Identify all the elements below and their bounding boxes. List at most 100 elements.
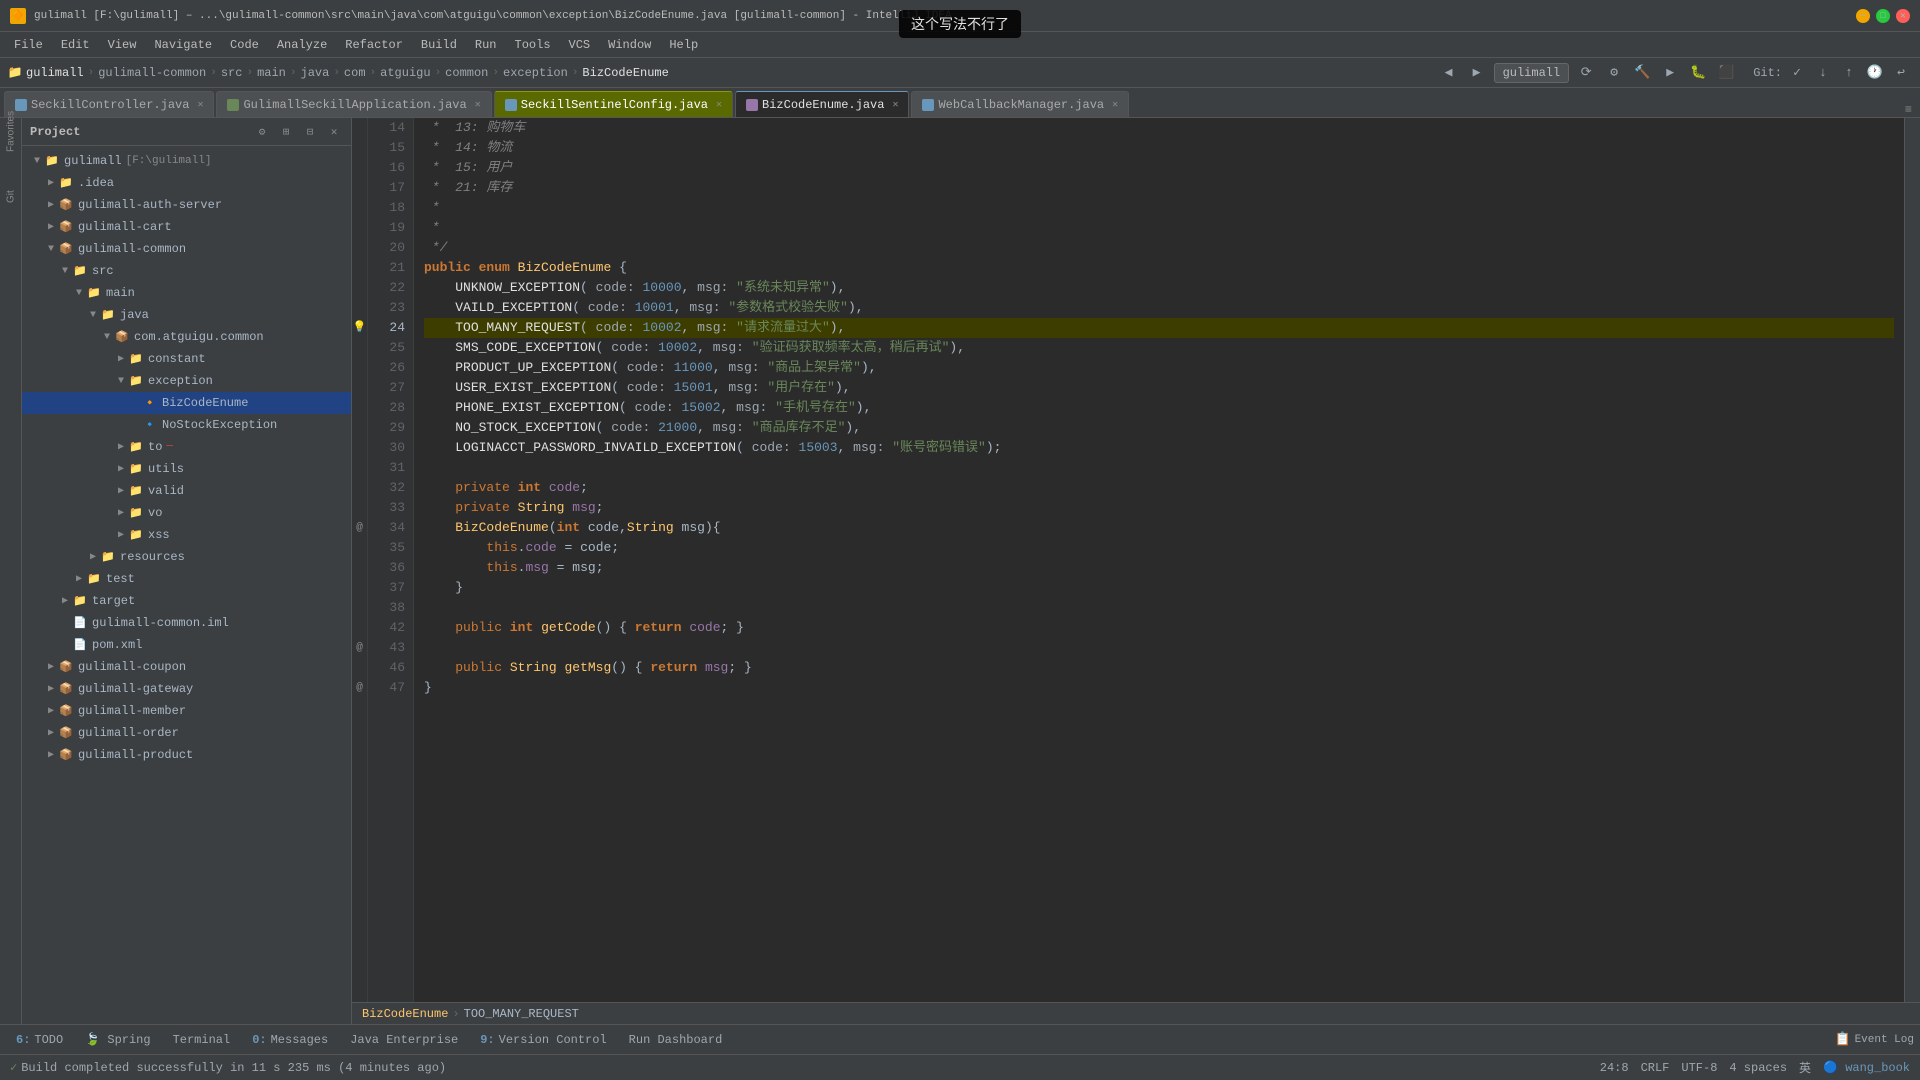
tree-item-main[interactable]: ▼ 📁 main xyxy=(22,282,351,304)
menu-refactor[interactable]: Refactor xyxy=(337,36,411,54)
tree-item-coupon[interactable]: ▶ 📦 gulimall-coupon xyxy=(22,656,351,678)
tab-close-seckill-ctrl[interactable]: ✕ xyxy=(197,99,203,111)
menu-edit[interactable]: Edit xyxy=(53,36,98,54)
bottom-tab-messages[interactable]: 0: Messages xyxy=(242,1028,338,1052)
tree-item-auth-server[interactable]: ▶ 📦 gulimall-auth-server xyxy=(22,194,351,216)
maximize-button[interactable]: □ xyxy=(1876,9,1890,23)
menu-navigate[interactable]: Navigate xyxy=(146,36,220,54)
sidebar-close-btn[interactable]: ✕ xyxy=(325,123,343,141)
tree-item-idea[interactable]: ▶ 📁 .idea xyxy=(22,172,351,194)
nav-back-btn[interactable]: ◀ xyxy=(1438,62,1460,84)
tree-item-java[interactable]: ▼ 📁 java xyxy=(22,304,351,326)
indent-setting[interactable]: 4 spaces xyxy=(1729,1061,1787,1075)
tree-item-exception[interactable]: ▼ 📁 exception xyxy=(22,370,351,392)
menu-analyze[interactable]: Analyze xyxy=(269,36,335,54)
tree-item-order[interactable]: ▶ 📦 gulimall-order xyxy=(22,722,351,744)
tab-sentinel-cfg[interactable]: SeckillSentinelConfig.java ✕ xyxy=(494,91,733,117)
tree-item-vo[interactable]: ▶ 📁 vo xyxy=(22,502,351,524)
input-lang[interactable]: 英 xyxy=(1799,1059,1811,1076)
nav-common[interactable]: gulimall-common xyxy=(98,66,206,80)
git-left-icon[interactable]: Git xyxy=(2,188,20,206)
sidebar-expand-btn[interactable]: ⊞ xyxy=(277,123,295,141)
event-log-btn[interactable]: 📋 xyxy=(1835,1032,1851,1048)
tree-item-pkg-common[interactable]: ▼ 📦 com.atguigu.common xyxy=(22,326,351,348)
tab-gulimall-app[interactable]: GulimallSeckillApplication.java ✕ xyxy=(216,91,491,117)
tree-item-constant[interactable]: ▶ 📁 constant xyxy=(22,348,351,370)
bottom-tab-terminal[interactable]: Terminal xyxy=(163,1028,241,1052)
editor-scroll[interactable]: 💡 @ @ xyxy=(352,118,1920,1002)
menu-tools[interactable]: Tools xyxy=(507,36,559,54)
menu-window[interactable]: Window xyxy=(600,36,659,54)
tree-item-nostockexception[interactable]: ▶ 🔹 NoStockException xyxy=(22,414,351,436)
menu-code[interactable]: Code xyxy=(222,36,267,54)
tree-item-utils[interactable]: ▶ 📁 utils xyxy=(22,458,351,480)
bottom-tab-spring[interactable]: 🍃 Spring xyxy=(75,1028,160,1052)
tree-item-to[interactable]: ▶ 📁 to ─ xyxy=(22,436,351,458)
bottom-tab-java-enterprise[interactable]: Java Enterprise xyxy=(340,1028,468,1052)
bottom-tab-run-dashboard[interactable]: Run Dashboard xyxy=(619,1028,733,1052)
gutter-24-lightbulb[interactable]: 💡 xyxy=(352,318,367,338)
stop-btn[interactable]: ⬛ xyxy=(1715,62,1737,84)
tree-item-pom[interactable]: ▶ 📄 pom.xml xyxy=(22,634,351,656)
sidebar-gear-btn[interactable]: ⚙ xyxy=(253,123,271,141)
nav-exception[interactable]: exception xyxy=(503,66,568,80)
tree-item-xss[interactable]: ▶ 📁 xss xyxy=(22,524,351,546)
window-controls[interactable]: ─ □ ✕ xyxy=(1856,9,1910,23)
git-push-btn[interactable]: ↑ xyxy=(1838,62,1860,84)
build-btn[interactable]: 🔨 xyxy=(1631,62,1653,84)
git-check-btn[interactable]: ✓ xyxy=(1786,62,1808,84)
menu-help[interactable]: Help xyxy=(661,36,706,54)
tab-bizcodeenume[interactable]: BizCodeEnume.java ✕ xyxy=(735,91,909,117)
nav-forward-btn[interactable]: ▶ xyxy=(1466,62,1488,84)
tree-item-common[interactable]: ▼ 📦 gulimall-common xyxy=(22,238,351,260)
git-update-btn[interactable]: ↓ xyxy=(1812,62,1834,84)
tree-item-product[interactable]: ▶ 📦 gulimall-product xyxy=(22,744,351,766)
menu-file[interactable]: File xyxy=(6,36,51,54)
tree-item-test[interactable]: ▶ 📁 test xyxy=(22,568,351,590)
debug-btn[interactable]: 🐛 xyxy=(1687,62,1709,84)
tab-close-wcm[interactable]: ✕ xyxy=(1112,99,1118,111)
bottom-crumb-member[interactable]: TOO_MANY_REQUEST xyxy=(464,1007,579,1021)
nav-main[interactable]: main xyxy=(257,66,286,80)
tree-item-gateway[interactable]: ▶ 📦 gulimall-gateway xyxy=(22,678,351,700)
menu-vcs[interactable]: VCS xyxy=(561,36,599,54)
nav-common2[interactable]: common xyxy=(445,66,488,80)
sidebar-collapse-btn[interactable]: ⊟ xyxy=(301,123,319,141)
bottom-tab-todo[interactable]: 6: TODO xyxy=(6,1028,73,1052)
nav-gulimall[interactable]: gulimall xyxy=(26,66,84,80)
cursor-position[interactable]: 24:8 xyxy=(1600,1061,1629,1075)
nav-bizcodeenume[interactable]: BizCodeEnume xyxy=(582,66,668,80)
minimize-button[interactable]: ─ xyxy=(1856,9,1870,23)
project-selector[interactable]: gulimall xyxy=(1494,63,1570,83)
run-btn[interactable]: ▶ xyxy=(1659,62,1681,84)
nav-com[interactable]: com xyxy=(344,66,366,80)
favorites-icon[interactable]: Favorites xyxy=(2,122,20,140)
nav-atguigu[interactable]: atguigu xyxy=(380,66,430,80)
tree-item-valid[interactable]: ▶ 📁 valid xyxy=(22,480,351,502)
menu-build[interactable]: Build xyxy=(413,36,465,54)
tree-item-cart[interactable]: ▶ 📦 gulimall-cart xyxy=(22,216,351,238)
nav-src[interactable]: src xyxy=(221,66,243,80)
tree-item-resources[interactable]: ▶ 📁 resources xyxy=(22,546,351,568)
code-editor[interactable]: * 13: 购物车 * 14: 物流 * 15: 用户 * 21: 库存 * *… xyxy=(414,118,1904,1002)
menu-view[interactable]: View xyxy=(100,36,145,54)
tabs-overflow-btn[interactable]: ≡ xyxy=(1905,103,1916,117)
tree-item-bizcodeenume[interactable]: ▶ 🔸 BizCodeEnume xyxy=(22,392,351,414)
line-ending[interactable]: CRLF xyxy=(1641,1061,1670,1075)
git-revert-btn[interactable]: ↩ xyxy=(1890,62,1912,84)
tree-item-gulimall[interactable]: ▼ 📁 gulimall [F:\gulimall] xyxy=(22,150,351,172)
refresh-btn[interactable]: ⟳ xyxy=(1575,62,1597,84)
tree-item-target[interactable]: ▶ 📁 target xyxy=(22,590,351,612)
tab-close-cfg[interactable]: ✕ xyxy=(716,99,722,111)
settings-btn[interactable]: ⚙ xyxy=(1603,62,1625,84)
tab-seckill-controller[interactable]: SeckillController.java ✕ xyxy=(4,91,214,117)
tree-item-src[interactable]: ▼ 📁 src xyxy=(22,260,351,282)
git-history-btn[interactable]: 🕐 xyxy=(1864,62,1886,84)
tab-close-enum[interactable]: ✕ xyxy=(892,99,898,111)
tree-item-member[interactable]: ▶ 📦 gulimall-member xyxy=(22,700,351,722)
bottom-tab-version-control[interactable]: 9: Version Control xyxy=(470,1028,616,1052)
tree-item-iml[interactable]: ▶ 📄 gulimall-common.iml xyxy=(22,612,351,634)
encoding[interactable]: UTF-8 xyxy=(1681,1061,1717,1075)
event-log-label[interactable]: Event Log xyxy=(1855,1034,1914,1046)
menu-run[interactable]: Run xyxy=(467,36,505,54)
